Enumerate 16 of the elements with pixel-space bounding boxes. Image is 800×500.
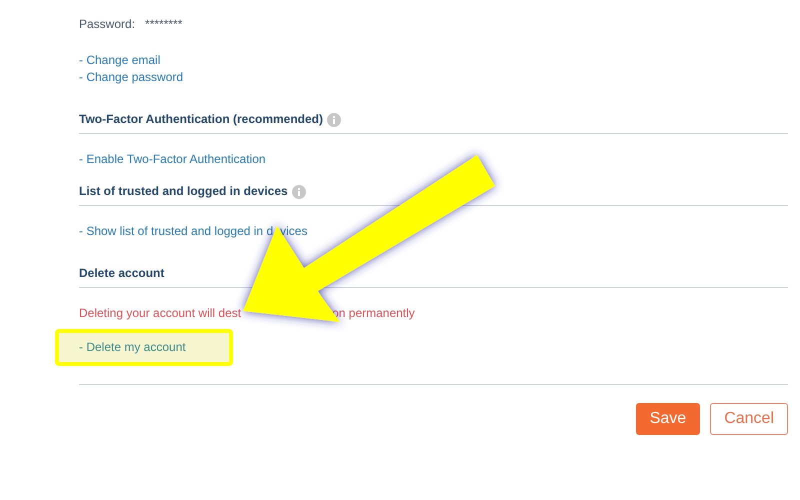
section-heading: Delete account: [79, 265, 164, 282]
account-link[interactable]: - Change email: [79, 53, 160, 67]
section-link[interactable]: - Show list of trusted and logged in d: [79, 224, 274, 238]
section-heading: Two-Factor Authentication (recommended): [79, 111, 324, 128]
section-link[interactable]: - Enable Two-Factor Authentication: [79, 152, 266, 166]
cancel-button[interactable]: Cancel: [710, 403, 788, 435]
account-link[interactable]: - Change password: [79, 70, 184, 84]
info-icon[interactable]: [327, 112, 342, 126]
warning-text: Deleting your account will dest: [79, 306, 242, 320]
info-icon[interactable]: [292, 184, 306, 198]
section-heading: List of trusted and logged in devices: [79, 183, 288, 200]
section-link[interactable]: vices: [280, 224, 308, 238]
save-button[interactable]: Save: [636, 403, 700, 435]
delete-account-link[interactable]: - Delete my account: [79, 340, 186, 354]
password-label: Password:: [79, 17, 136, 31]
password-value: ********: [145, 17, 182, 31]
